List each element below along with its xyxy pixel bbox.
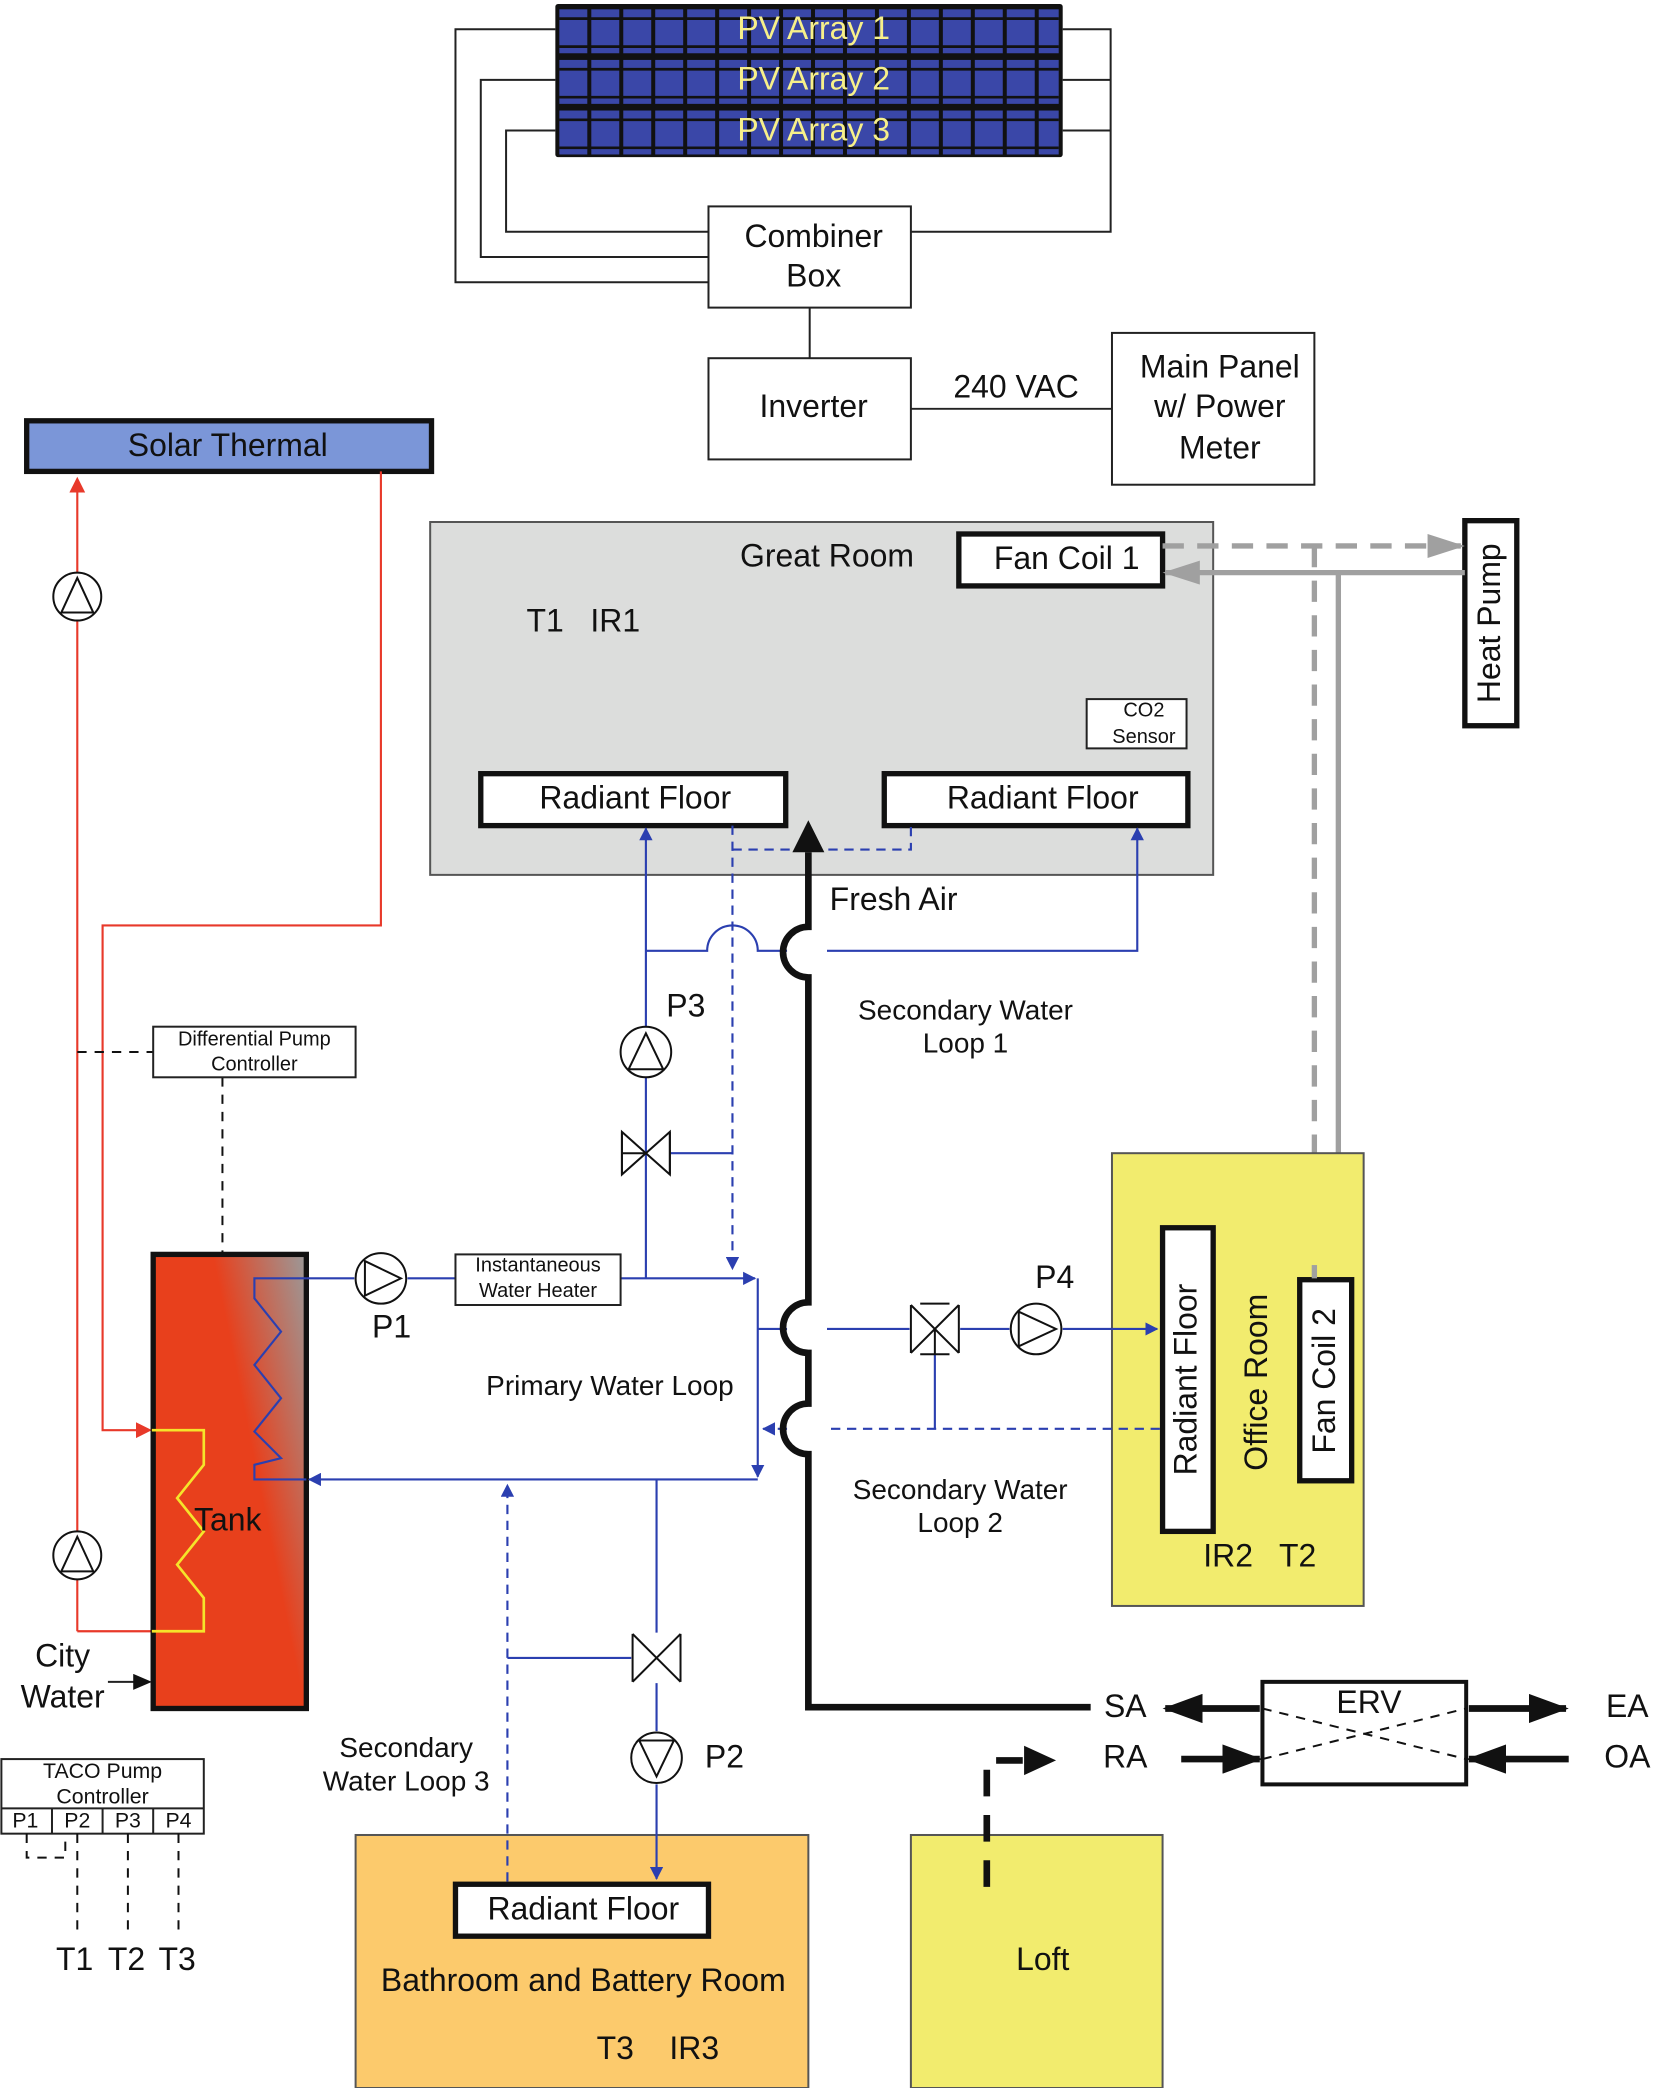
return-air-label: RA [1103,1739,1148,1775]
pv-arrays: PV Array 1 PV Array 2 PV Array 3 [555,3,1063,158]
great-room: Great Room T1 IR1 Fan Coil 1 CO2 Sensor … [429,521,1215,876]
differential-pump-controller: Differential Pump Controller [77,1025,357,1279]
energy-system-diagram: PV Array 1 PV Array 2 PV Array 3 Combine… [0,3,1651,2088]
loft-label: Loft [1016,1941,1069,1977]
exhaust-air-label: EA [1606,1688,1649,1724]
pump-p3 [619,1025,673,1079]
pv-array-3-label: PV Array 3 [737,111,890,147]
diff-controller-label-1: Differential Pump [178,1028,331,1050]
bathroom-radiant-floor-label: Radiant Floor [487,1890,679,1926]
co2-sensor-label-2: Sensor [1112,726,1176,748]
heat-pump: Heat Pump [1462,518,1520,729]
secondary-loop-1-label-2: Loop 1 [923,1028,1009,1059]
pv-array-1-label: PV Array 1 [737,10,890,46]
secondary-loop-3-label: Secondary [339,1732,473,1763]
water-heater-label-2: Water Heater [479,1280,597,1302]
loft: Loft [909,1745,1164,2088]
solar-thermal-label: Solar Thermal [128,427,328,463]
city-water-label-1: City [35,1637,90,1673]
solar-pump-top [52,571,103,622]
fresh-air-label: Fresh Air [830,881,958,917]
pump-p1 [354,1252,408,1305]
diff-controller-label-2: Controller [211,1054,298,1076]
combiner-label-2: Box [786,258,841,294]
main-panel-label-1: Main Panel [1140,348,1300,384]
instantaneous-water-heater: Instantaneous Water Heater [454,1253,622,1306]
inverter-label: Inverter [760,388,869,424]
primary-loop-label: Primary Water Loop [486,1370,734,1401]
secondary-loop-1-label: Secondary Water [858,994,1073,1025]
p3-label: P3 [666,987,705,1023]
combiner-box: Combiner Box [707,205,912,309]
main-panel-label-3: Meter [1179,430,1261,466]
pv-array-2-label: PV Array 2 [737,61,890,97]
p2-label: P2 [705,1739,744,1775]
fan-coil-1-label: Fan Coil 1 [994,540,1140,576]
city-water-label-2: Water [21,1679,105,1715]
taco-port-p2: P2 [64,1808,90,1832]
combiner-label: Combiner [744,218,883,254]
water-heater-label-1: Instantaneous [475,1255,600,1277]
fan-coil-2-label: Fan Coil 2 [1306,1308,1342,1454]
radiant-floor-right-label: Radiant Floor [947,780,1139,816]
valve-p2 [631,1633,682,1683]
sensor-t1-label: T1 [56,1941,93,1977]
solar-thermal-collector: Solar Thermal [24,418,435,475]
co2-sensor-label-1: CO2 [1123,699,1164,721]
main-panel: Main Panel w/ Power Meter [1110,331,1316,486]
office-sensors: IR2 T2 [1203,1537,1316,1573]
voltage-label: 240 VAC [953,368,1078,404]
solar-pump-bottom [52,1530,103,1581]
erv-label: ERV [1336,1684,1402,1720]
secondary-loop-3-label-2: Water Loop 3 [323,1765,490,1796]
office-radiant-floor-label: Radiant Floor [1167,1283,1203,1475]
outside-air-label: OA [1604,1739,1651,1775]
secondary-loop-2-label-2: Loop 2 [917,1507,1003,1538]
taco-label-1: TACO Pump [43,1759,162,1783]
great-room-sensors: T1 IR1 [527,603,641,639]
sensor-t3-label: T3 [159,1941,196,1977]
radiant-floor-left-label: Radiant Floor [539,780,731,816]
taco-port-p3: P3 [115,1808,141,1832]
secondary-loop-2-label: Secondary Water [853,1474,1068,1505]
supply-air-label: SA [1104,1688,1147,1724]
erv-unit: ERV SA RA EA OA [1103,1679,1651,1787]
office-room: Radiant Floor Office Room Fan Coil 2 IR2… [1110,1152,1365,1607]
office-room-title: Office Room [1238,1294,1274,1471]
inverter: Inverter [707,357,912,461]
taco-port-p1: P1 [12,1808,38,1832]
bathroom-title: Bathroom and Battery Room [381,1962,786,1998]
p4-label: P4 [1035,1259,1074,1295]
tank-label: Tank [194,1501,262,1537]
heat-pump-label: Heat Pump [1471,543,1507,703]
pump-p2 [630,1731,683,1785]
great-room-title: Great Room [740,537,914,573]
pump-p4 [1009,1302,1063,1356]
p1-label: P1 [372,1308,411,1344]
bathroom-sensors: T3 IR3 [597,2030,719,2066]
storage-tank: Tank [150,1251,309,1712]
sensor-t2-label: T2 [108,1941,145,1977]
valve-p4 [909,1302,960,1356]
taco-label-2: Controller [56,1784,148,1808]
main-panel-label-2: w/ Power [1153,388,1286,424]
bathroom-battery-room: Radiant Floor Bathroom and Battery Room … [354,1833,810,2088]
taco-port-p4: P4 [165,1808,191,1832]
taco-pump-controller: TACO Pump Controller P1 P2 P3 P4 T1 T2 T… [0,1758,205,1977]
